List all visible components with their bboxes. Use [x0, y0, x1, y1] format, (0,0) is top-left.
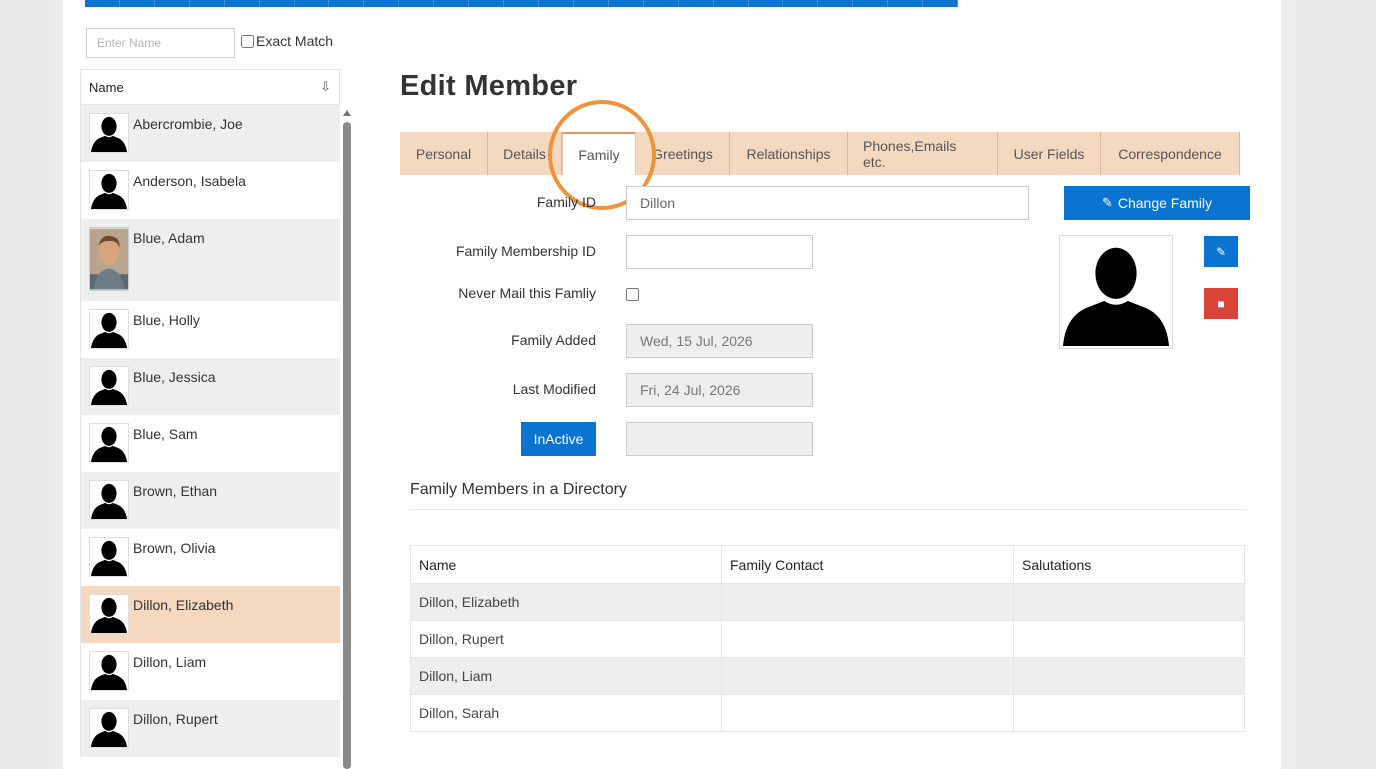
column-header-family-contact[interactable]: Family Contact [721, 545, 1014, 584]
membership-id-label: Family Membership ID [455, 243, 596, 259]
delete-photo-button[interactable]: ■ [1204, 288, 1238, 319]
silhouette-icon [89, 708, 129, 748]
silhouette-icon [89, 170, 129, 210]
list-item[interactable]: Brown, Ethan [80, 472, 340, 529]
tab-personal[interactable]: Personal [400, 132, 488, 175]
tab-family[interactable]: Family [562, 132, 636, 175]
table-row[interactable]: Dillon, Sarah [410, 694, 1245, 732]
top-navigation-bar[interactable] [85, 0, 959, 7]
tab-details[interactable]: Details [488, 132, 562, 175]
cell-salutations [1013, 694, 1245, 732]
column-header-name[interactable]: Name [410, 545, 722, 584]
search-input[interactable] [86, 28, 235, 58]
cell-family-contact [721, 620, 1014, 658]
exact-match-checkbox[interactable]: Exact Match [241, 33, 333, 49]
tab-bar: Personal Details Family Greetings Relati… [400, 132, 1240, 175]
list-item[interactable]: Blue, Holly [80, 301, 340, 358]
list-item[interactable]: Abercrombie, Joe [80, 105, 340, 162]
cell-salutations [1013, 583, 1245, 621]
member-name: Brown, Olivia [133, 540, 216, 556]
membership-id-field[interactable] [626, 235, 813, 269]
silhouette-icon [89, 651, 129, 691]
family-added-field: Wed, 15 Jul, 2026 [626, 324, 813, 358]
cell-name: Dillon, Liam [410, 657, 722, 695]
member-name: Blue, Sam [133, 426, 198, 442]
member-name: Abercrombie, Joe [133, 116, 243, 132]
avatar [89, 227, 129, 291]
list-item[interactable]: Anderson, Isabela [80, 162, 340, 219]
never-mail-label: Never Mail this Famliy [458, 285, 596, 301]
silhouette-icon [1062, 247, 1170, 347]
inactive-field [626, 422, 813, 456]
cell-family-contact [721, 657, 1014, 695]
list-item[interactable]: Dillon, Rupert [80, 700, 340, 757]
trash-icon: ■ [1217, 296, 1225, 311]
column-header-salutations[interactable]: Salutations [1013, 545, 1245, 584]
silhouette-icon [89, 113, 129, 153]
table-row[interactable]: Dillon, Rupert [410, 620, 1245, 658]
member-name: Blue, Holly [133, 312, 200, 328]
change-family-button[interactable]: ✎ Change Family [1064, 186, 1250, 220]
list-header[interactable]: Name ⇩ [80, 69, 340, 105]
cell-name: Dillon, Rupert [410, 620, 722, 658]
list-scrollbar[interactable] [342, 110, 352, 769]
member-name: Anderson, Isabela [133, 173, 246, 189]
member-name: Dillon, Liam [133, 654, 207, 670]
silhouette-icon [89, 480, 129, 520]
edit-icon: ✎ [1215, 244, 1227, 259]
table-row[interactable]: Dillon, Elizabeth [410, 583, 1245, 621]
section-divider [410, 509, 1246, 510]
member-name: Blue, Jessica [133, 369, 216, 385]
cell-family-contact [721, 694, 1014, 732]
exact-match-label: Exact Match [256, 33, 334, 49]
list-item[interactable]: Dillon, Elizabeth [80, 586, 340, 643]
silhouette-icon [89, 537, 129, 577]
sort-alpha-icon[interactable]: ⇩ [320, 79, 331, 95]
cell-family-contact [721, 583, 1014, 621]
last-modified-label: Last Modified [512, 381, 596, 397]
cell-name: Dillon, Sarah [410, 694, 722, 732]
table-row[interactable]: Dillon, Liam [410, 657, 1245, 695]
member-list: Name ⇩ Abercrombie, Joe Anderson, Isabela… [80, 69, 340, 769]
list-item[interactable]: Blue, Jessica [80, 358, 340, 415]
family-added-label: Family Added [511, 332, 596, 348]
edit-photo-button[interactable]: ✎ [1204, 236, 1238, 267]
change-family-label: Change Family [1117, 195, 1213, 211]
member-name: Dillon, Elizabeth [133, 597, 234, 613]
exact-match-input[interactable] [241, 34, 254, 48]
list-header-name: Name [89, 79, 124, 95]
family-id-field[interactable]: Dillon [626, 186, 1029, 220]
pencil-icon: ✎ [1101, 195, 1113, 210]
silhouette-icon [89, 309, 129, 349]
member-name: Dillon, Rupert [133, 711, 218, 727]
cell-salutations [1013, 657, 1245, 695]
cell-salutations [1013, 620, 1245, 658]
silhouette-icon [89, 594, 129, 634]
member-name: Brown, Ethan [133, 483, 218, 499]
member-name: Blue, Adam [133, 230, 205, 246]
family-photo [1059, 235, 1173, 349]
family-id-label: Family ID [536, 194, 596, 210]
never-mail-checkbox[interactable] [626, 288, 639, 301]
inactive-button[interactable]: InActive [521, 422, 596, 456]
last-modified-field: Fri, 24 Jul, 2026 [626, 373, 813, 407]
list-item[interactable]: Blue, Adam [80, 219, 340, 301]
cell-name: Dillon, Elizabeth [410, 583, 722, 621]
scroll-thumb[interactable] [343, 122, 351, 769]
tab-correspondence[interactable]: Correspondence [1101, 132, 1240, 175]
scroll-up-arrow[interactable] [343, 110, 351, 116]
family-members-table: Name Family Contact Salutations Dillon, … [410, 545, 1245, 732]
list-item[interactable]: Dillon, Liam [80, 643, 340, 700]
directory-section-title: Family Members in a Directory [410, 481, 627, 498]
tab-user-fields[interactable]: User Fields [998, 132, 1101, 175]
page-title: Edit Member [400, 70, 578, 102]
tab-phones-emails[interactable]: Phones,Emails etc. [848, 132, 998, 175]
list-item[interactable]: Blue, Sam [80, 415, 340, 472]
silhouette-icon [89, 423, 129, 463]
tab-relationships[interactable]: Relationships [730, 132, 848, 175]
tab-greetings[interactable]: Greetings [636, 132, 730, 175]
silhouette-icon [89, 366, 129, 406]
list-item[interactable]: Brown, Olivia [80, 529, 340, 586]
